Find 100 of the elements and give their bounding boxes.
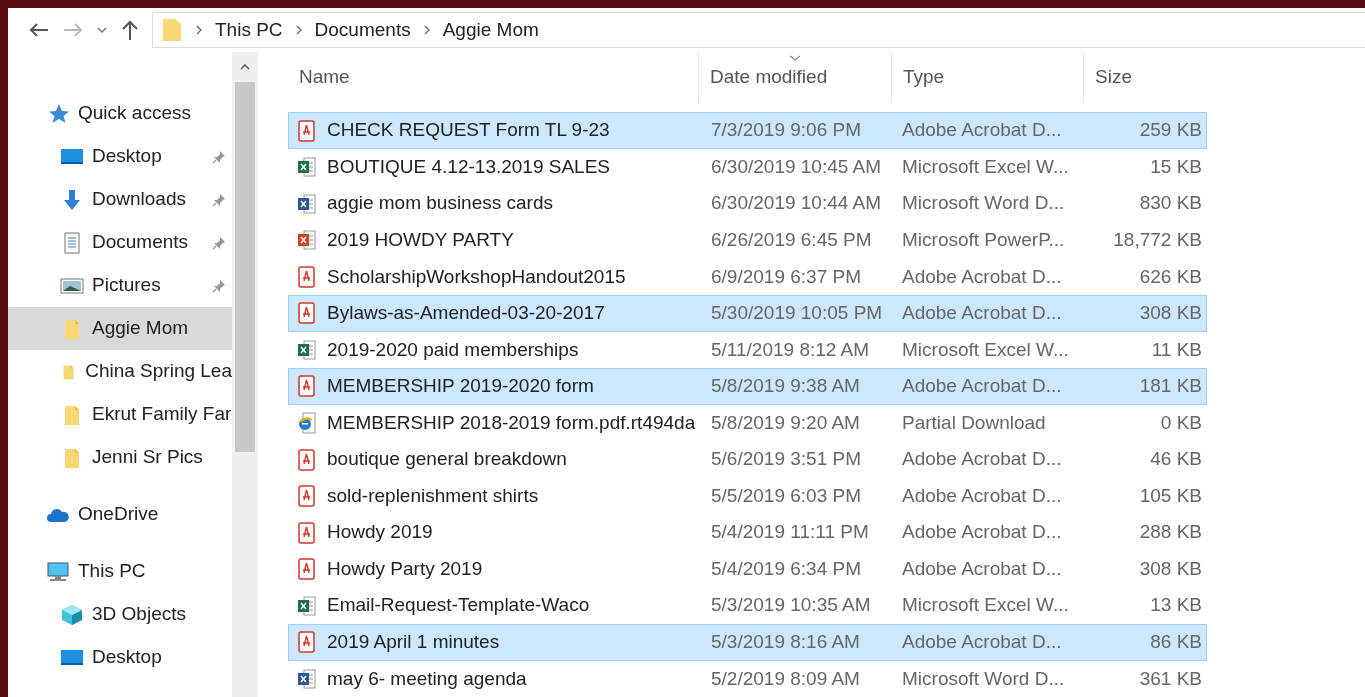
sidebar-label: This PC [78,559,146,584]
file-type: Adobe Acrobat D... [901,447,1063,472]
sidebar-item[interactable]: Documents [8,221,232,264]
file-row[interactable]: Howdy 2019 5/4/2019 11:11 PM Adobe Acrobat D... 288 KB [288,514,1207,551]
file-name: 2019 April 1 minutes [327,630,500,654]
file-name: CHECK REQUEST Form TL 9-23 [327,118,610,143]
file-row[interactable]: MEMBERSHIP 2019-2020 form 5/8/2019 9:38 AM Adobe Acrobat D... 181 KB [288,368,1207,405]
file-name: MEMBERSHIP 2018-2019 form.pdf.rt494da [327,410,696,435]
pdf-file-icon [297,302,317,325]
sidebar-item[interactable]: Aggie Mom [8,307,232,350]
file-size: 830 KB [1138,191,1202,216]
excel-file-icon [297,338,317,361]
pin-icon[interactable] [212,149,226,164]
sidebar-item[interactable]: Desktop [8,135,232,178]
date-modified: 5/5/2019 6:03 PM [710,483,862,508]
file-type: Adobe Acrobat D... [901,520,1063,545]
sidebar-item[interactable]: Jenni Sr Pics [8,436,232,479]
file-name: Email-Request-Template-Waco [327,593,590,618]
pin-icon[interactable] [212,235,226,250]
file-row[interactable]: CHECK REQUEST Form TL 9-23 7/3/2019 9:06 PM Adobe Acrobat D... 259 KB [288,112,1207,149]
file-row[interactable]: Email-Request-Template-Waco 5/3/2019 10:35 AM Microsoft Excel W... 13 KB [288,587,1207,624]
file-name: may 6- meeting agenda [327,666,527,691]
file-size: 308 KB [1138,556,1202,581]
file-size: 15 KB [1149,154,1202,179]
up-arrow-icon[interactable] [120,19,140,41]
file-size: 308 KB [1138,301,1202,326]
chevron-down-icon[interactable] [96,25,108,35]
file-row[interactable]: Howdy Party 2019 5/4/2019 6:34 PM Adobe Acrobat D... 308 KB [288,550,1207,588]
date-modified: 5/8/2019 9:20 AM [710,410,861,435]
forward-arrow-icon[interactable] [62,21,84,39]
excel-file-icon [297,594,317,617]
file-type: Microsoft Word D... [901,191,1066,216]
file-type: Partial Download [901,410,1047,435]
sidebar-label: China Spring Lea [85,359,232,384]
sidebar-item[interactable]: Downloads [8,178,232,221]
column-header[interactable]: Name [288,52,698,103]
word-file-icon [297,192,317,215]
file-row[interactable]: may 6- meeting agenda 5/2/2019 8:09 AM Microsoft Word D... 361 KB [288,660,1207,697]
column-header[interactable]: Size [1083,52,1211,103]
date-modified: 5/30/2019 10:05 PM [710,301,884,326]
sidebar-item[interactable]: China Spring Lea [8,350,232,393]
sidebar-item[interactable]: Pictures [8,264,232,307]
file-row[interactable]: 2019 HOWDY PARTY 6/26/2019 6:45 PM Microsoft PowerP... 18,772 KB [288,221,1207,259]
sidebar-item[interactable]: Ekrut Family Far [8,393,232,436]
file-type: Microsoft Excel W... [901,593,1070,618]
breadcrumb-item[interactable]: Documents [314,15,411,45]
sidebar-item[interactable]: Quick access [8,92,232,135]
sidebar-label: Quick access [78,101,191,126]
file-row[interactable]: BOUTIQUE 4.12-13.2019 SALES 6/30/2019 10:45 AM Microsoft Excel W... 15 KB [288,148,1207,186]
pin-icon[interactable] [212,192,226,207]
file-row[interactable]: 2019 April 1 minutes 5/3/2019 8:16 AM Adobe Acrobat D... 86 KB [288,624,1207,661]
computer-icon [46,560,70,583]
date-modified: 5/3/2019 10:35 AM [710,593,872,618]
file-row[interactable]: ScholarshipWorkshopHandout2015 6/9/2019 6:37 PM Adobe Acrobat D... 626 KB [288,258,1207,296]
file-name: ScholarshipWorkshopHandout2015 [327,264,626,289]
excel-file-icon [297,156,317,179]
pdf-file-icon [297,119,317,142]
file-row[interactable]: boutique general breakdown 5/6/2019 3:51 PM Adobe Acrobat D... 46 KB [288,441,1207,478]
file-name: Bylaws-as-Amended-03-20-2017 [327,301,605,326]
sidebar-item[interactable]: This PC [8,550,232,593]
pdf-file-icon [297,558,317,581]
file-size: 288 KB [1138,520,1202,545]
file-row[interactable]: sold-replenishment shirts 5/5/2019 6:03 PM Adobe Acrobat D... 105 KB [288,477,1207,515]
file-size: 361 KB [1138,666,1202,691]
file-type: Adobe Acrobat D... [901,556,1063,581]
pin-icon[interactable] [212,278,226,293]
file-size: 86 KB [1149,630,1202,654]
scroll-up-icon[interactable] [239,62,251,72]
back-arrow-icon[interactable] [28,21,50,39]
chevron-right-icon [422,25,431,35]
column-header[interactable]: Type [891,52,1083,103]
file-row[interactable]: Bylaws-as-Amended-03-20-2017 5/30/2019 10:05 PM Adobe Acrobat D... 308 KB [288,295,1207,332]
cube-icon [60,603,84,626]
file-row[interactable]: MEMBERSHIP 2018-2019 form.pdf.rt494da 5/8/2019 9:20 AM Partial Download 0 KB [288,404,1207,442]
pdf-file-icon [297,448,317,471]
file-size: 259 KB [1138,118,1202,143]
file-type: Microsoft Excel W... [901,337,1070,362]
column-header[interactable]: Date modified [698,52,891,103]
file-name: sold-replenishment shirts [327,483,539,508]
star-icon [48,102,70,125]
file-row[interactable]: 2019-2020 paid memberships 5/11/2019 8:12 AM Microsoft Excel W... 11 KB [288,331,1207,369]
date-modified: 5/2/2019 8:09 AM [710,666,861,691]
sidebar-label: OneDrive [78,502,159,527]
file-size: 105 KB [1138,483,1202,508]
sidebar-item[interactable]: Desktop [8,636,232,679]
scrollbar-thumb[interactable] [235,82,255,452]
file-type: Adobe Acrobat D... [901,630,1063,654]
file-row[interactable]: aggie mom business cards 6/30/2019 10:44 AM Microsoft Word D... 830 KB [288,185,1207,222]
address-bar[interactable]: This PC Documents Aggie Mom [152,12,1365,48]
sidebar-item[interactable]: OneDrive [8,493,232,536]
pdf-file-icon [297,521,317,544]
breadcrumb-item[interactable]: Aggie Mom [442,15,539,45]
file-name: MEMBERSHIP 2019-2020 form [327,374,594,399]
file-size: 18,772 KB [1112,228,1202,252]
sidebar-label: Downloads [92,187,187,212]
pdf-file-icon [297,485,317,508]
file-name: boutique general breakdown [327,447,567,472]
sidebar-item[interactable]: 3D Objects [8,593,232,636]
breadcrumb-item[interactable]: This PC [215,15,283,45]
file-type: Adobe Acrobat D... [901,374,1063,399]
